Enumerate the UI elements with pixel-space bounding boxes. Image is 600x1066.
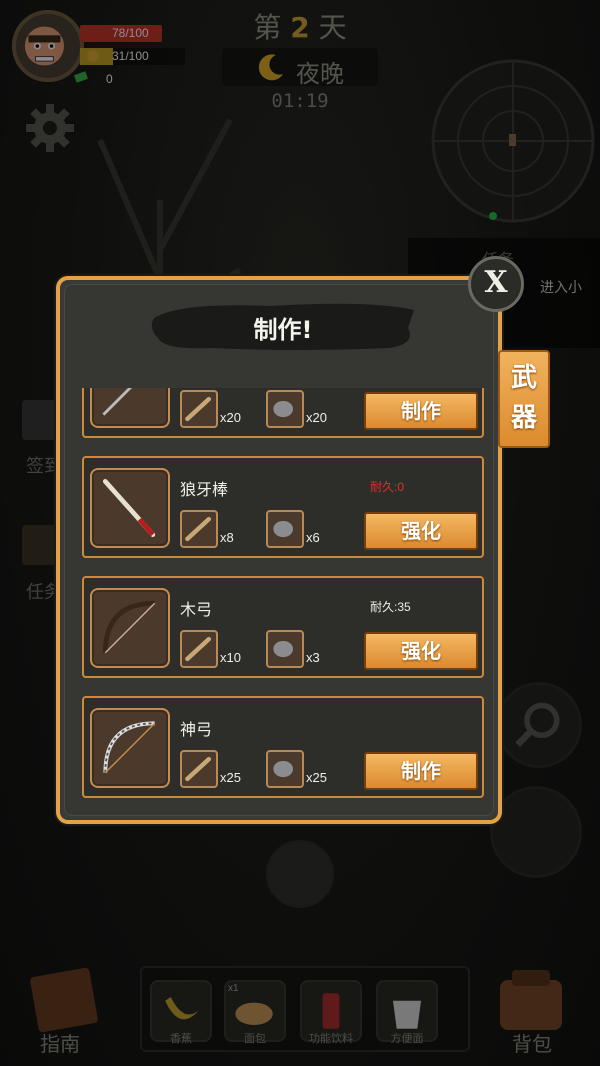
close-button[interactable]: X bbox=[468, 256, 524, 312]
wood-material-icon bbox=[180, 750, 218, 788]
stone-material-icon bbox=[266, 510, 304, 548]
craft-list[interactable]: x20 x20 制作 狼牙棒 耐久:0 x8 x6 强化 木弓 耐久:35 x1… bbox=[82, 388, 484, 810]
crafting-modal: 制作! x20 x20 制作 狼牙棒 耐久:0 x8 x6 强化 木弓 耐久:3… bbox=[56, 276, 502, 824]
durability-text: 耐久:35 bbox=[370, 600, 411, 614]
craft-button[interactable]: 制作 bbox=[364, 752, 478, 790]
spiked-club-icon bbox=[90, 468, 170, 548]
spear-icon bbox=[90, 388, 170, 428]
upgrade-button[interactable]: 强化 bbox=[364, 512, 478, 550]
wood-qty: x8 bbox=[220, 530, 234, 545]
wood-qty: x25 bbox=[220, 770, 241, 785]
wood-material-icon bbox=[180, 390, 218, 428]
item-name: 狼牙棒 bbox=[180, 480, 229, 499]
tab-weapons[interactable]: 武器 bbox=[498, 350, 550, 448]
stone-qty: x3 bbox=[306, 650, 320, 665]
wood-qty: x20 bbox=[220, 410, 241, 425]
craft-button[interactable]: 制作 bbox=[364, 392, 478, 430]
stone-material-icon bbox=[266, 750, 304, 788]
durability-text: 耐久:0 bbox=[370, 480, 405, 494]
item-name: 神弓 bbox=[180, 720, 213, 739]
stone-qty: x20 bbox=[306, 410, 327, 425]
wooden-bow-icon bbox=[90, 588, 170, 668]
craft-row-wooden-bow: 木弓 耐久:35 x10 x3 强化 bbox=[82, 576, 484, 678]
upgrade-button[interactable]: 强化 bbox=[364, 632, 478, 670]
stone-material-icon bbox=[266, 630, 304, 668]
item-name: 木弓 bbox=[180, 600, 213, 619]
wood-material-icon bbox=[180, 510, 218, 548]
modal-title: 制作! bbox=[253, 316, 313, 344]
craft-row-spiked-club: 狼牙棒 耐久:0 x8 x6 强化 bbox=[82, 456, 484, 558]
wood-qty: x10 bbox=[220, 650, 241, 665]
stone-material-icon bbox=[266, 390, 304, 428]
divine-bow-icon bbox=[90, 708, 170, 788]
wood-material-icon bbox=[180, 630, 218, 668]
stone-qty: x6 bbox=[306, 530, 320, 545]
craft-row-spear: x20 x20 制作 bbox=[82, 388, 484, 438]
stone-qty: x25 bbox=[306, 770, 327, 785]
craft-row-divine-bow: 神弓 x25 x25 制作 bbox=[82, 696, 484, 798]
